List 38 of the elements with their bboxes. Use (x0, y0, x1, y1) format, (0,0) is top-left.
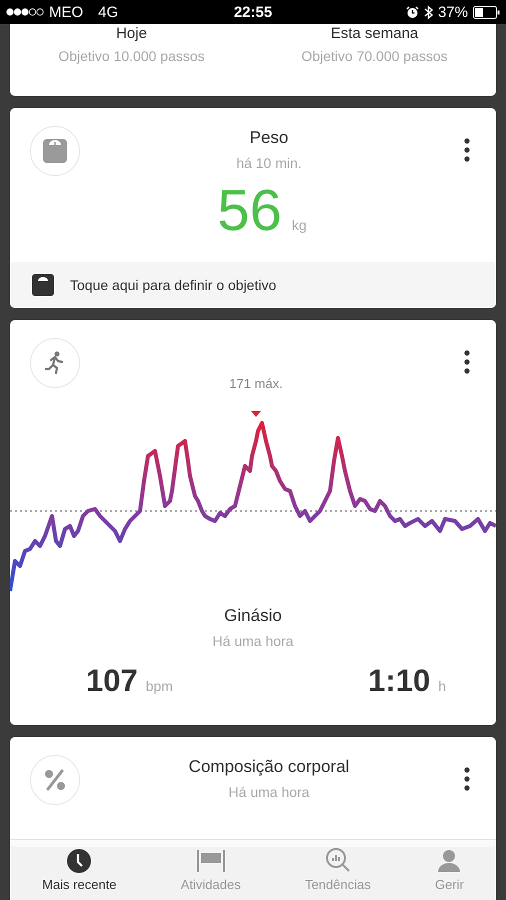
percent-icon (30, 755, 80, 805)
scale-icon (30, 126, 80, 176)
duration-value: 1:10 (368, 663, 430, 699)
battery-icon (473, 6, 500, 18)
runner-icon (30, 338, 80, 388)
trends-search-icon (324, 847, 351, 873)
banner-icon (196, 849, 226, 873)
weight-value: 56 (217, 182, 282, 240)
period-label: Hoje (116, 25, 147, 42)
max-marker-icon (251, 411, 261, 417)
weight-card[interactable]: Peso há 10 min. 56 kg Toque aqui para definir o objetivo (10, 108, 496, 308)
heart-rate-value: 107 (86, 663, 138, 699)
card-title: Composição corporal (188, 757, 350, 777)
timestamp: Há uma hora (212, 633, 294, 649)
timestamp: Há uma hora (228, 784, 310, 800)
goal-text: Objetivo 10.000 passos (58, 48, 205, 64)
card-title: Peso (250, 128, 288, 148)
goal-prompt: Toque aqui para definir o objetivo (70, 277, 276, 293)
timestamp: há 10 min. (236, 155, 302, 171)
network-type: 4G (98, 4, 118, 20)
goal-text: Objetivo 70.000 passos (301, 48, 448, 64)
activity-card[interactable]: 171 máx. Ginásio Há uma hora 107 bpm 1:10 h (10, 320, 496, 725)
heart-rate-unit: bpm (146, 678, 173, 694)
battery-percentage: 37% (438, 4, 468, 20)
person-icon (437, 849, 462, 873)
bluetooth-icon (424, 4, 433, 20)
goal-bar[interactable]: Toque aqui para definir o objetivo (10, 262, 496, 308)
scale-icon (32, 274, 54, 296)
carrier-name: MEO (49, 4, 84, 20)
card-title: Ginásio (224, 606, 282, 626)
period-label: Esta semana (330, 25, 418, 42)
duration-unit: h (438, 678, 446, 694)
clock-icon (67, 849, 92, 873)
alarm-icon (406, 6, 419, 18)
weight-unit: kg (292, 217, 307, 233)
max-heart-rate-label: 171 máx. (229, 376, 283, 392)
signal-icon (6, 8, 44, 16)
clock-time: 22:55 (234, 4, 272, 20)
